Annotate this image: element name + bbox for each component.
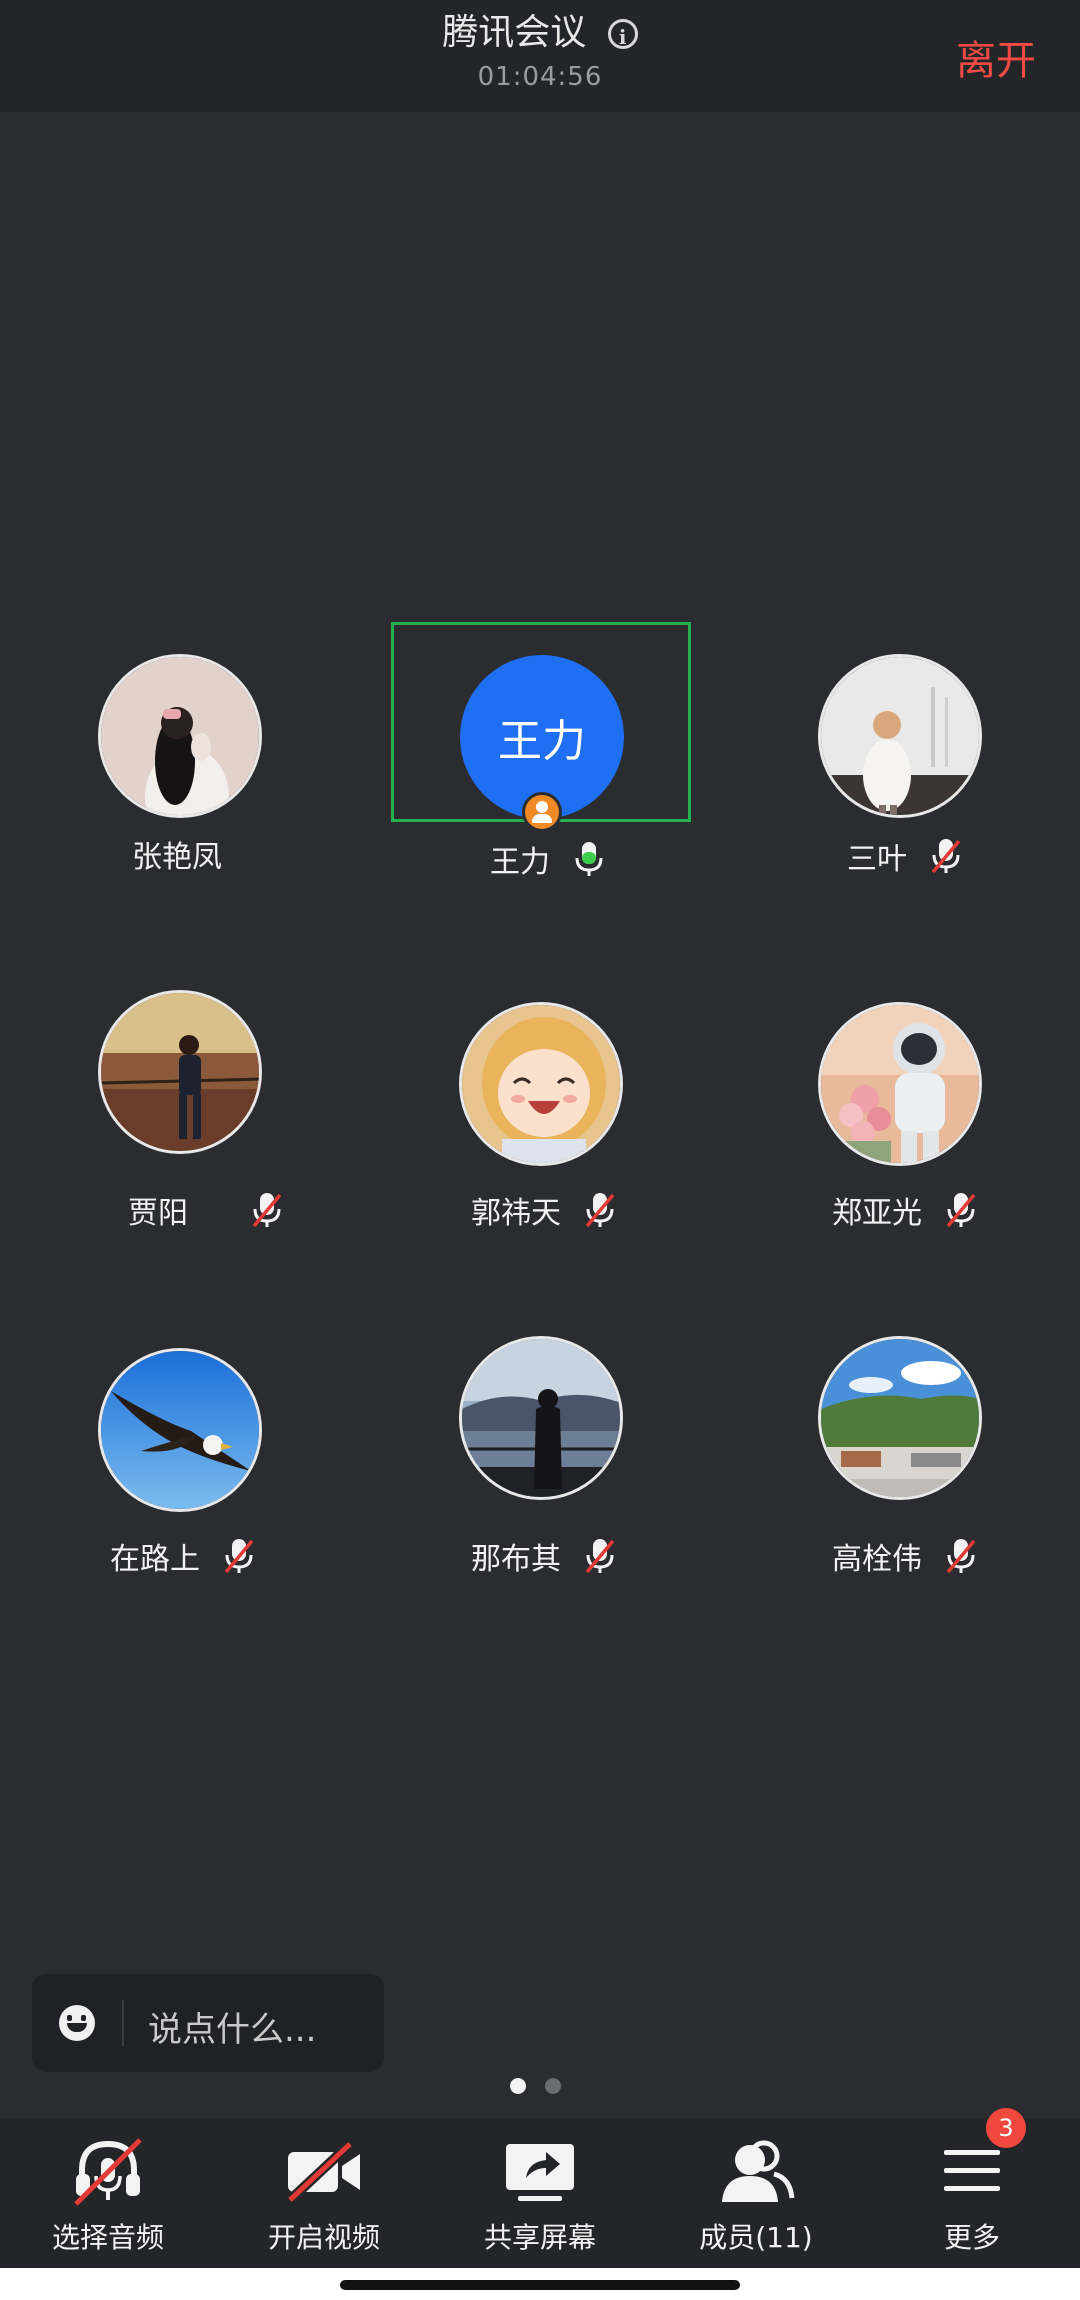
participant-name: 贾阳 xyxy=(128,1196,188,1231)
avatar-photo xyxy=(462,1339,620,1497)
page-indicator[interactable] xyxy=(510,2078,575,2098)
avatar-photo xyxy=(101,993,259,1151)
share-screen-icon xyxy=(506,2144,574,2201)
participant-tile-active-speaker[interactable]: 王力 王力 xyxy=(391,622,691,880)
share-screen-button[interactable]: 共享屏幕 xyxy=(432,2118,648,2268)
participant-tile[interactable]: 郭祎天 xyxy=(391,960,691,1231)
participant-tile[interactable]: 在路上 xyxy=(30,1320,330,1577)
participant-name: 郑亚光 xyxy=(832,1196,922,1231)
participant-name: 在路上 xyxy=(110,1542,200,1577)
participant-name-row: 郑亚光 xyxy=(832,1188,978,1232)
participant-name-row: 三叶 xyxy=(847,834,963,878)
participant-tile[interactable]: 郑亚光 xyxy=(750,960,1050,1231)
chat-divider xyxy=(122,2000,124,2046)
video-camera-off-icon xyxy=(286,2140,360,2204)
avatar xyxy=(818,1336,982,1500)
chat-input-box[interactable]: 说点什么... xyxy=(32,1974,384,2072)
meeting-title-row[interactable]: 腾讯会议 i xyxy=(0,10,1080,56)
avatar xyxy=(818,654,982,818)
mic-muted-icon xyxy=(224,1539,254,1574)
participant-name-row: 贾阳 xyxy=(128,1188,284,1232)
start-video-button[interactable]: 开启视频 xyxy=(216,2118,432,2268)
members-label: 成员(11) xyxy=(699,2221,813,2254)
avatar-photo xyxy=(462,1005,620,1163)
audio-headset-off-icon xyxy=(74,2138,142,2206)
mic-muted-icon xyxy=(585,1193,615,1228)
participant-name-row: 张艳凤 xyxy=(132,832,222,876)
participant-tile[interactable]: 贾阳 xyxy=(30,960,330,1231)
avatar-photo xyxy=(821,1005,979,1163)
avatar-photo xyxy=(101,1351,259,1509)
mic-muted-icon xyxy=(946,1193,976,1228)
emoji-icon[interactable] xyxy=(59,2005,95,2041)
avatar xyxy=(98,990,262,1154)
mic-active-icon xyxy=(575,842,603,876)
page-dot-active[interactable] xyxy=(510,2078,526,2094)
participant-tile[interactable]: 高栓伟 xyxy=(750,1320,1050,1577)
avatar xyxy=(98,1348,262,1512)
participant-name-row: 在路上 xyxy=(110,1534,256,1578)
avatar xyxy=(818,1002,982,1166)
avatar-initials-text: 王力 xyxy=(498,716,586,767)
avatar-photo xyxy=(821,657,979,815)
members-icon xyxy=(722,2140,795,2202)
mic-muted-icon xyxy=(585,1539,615,1574)
participant-name: 王力 xyxy=(490,845,550,880)
participant-name-row: 那布其 xyxy=(471,1534,617,1578)
select-audio-button[interactable]: 选择音频 xyxy=(0,2118,216,2268)
avatar xyxy=(98,654,262,818)
participant-name: 高栓伟 xyxy=(832,1542,922,1577)
participant-name: 郭祎天 xyxy=(471,1196,561,1231)
participant-name-row: 高栓伟 xyxy=(832,1534,978,1578)
meeting-timer: 01:04:56 xyxy=(477,62,603,92)
participant-name: 张艳凤 xyxy=(132,840,222,875)
members-button[interactable]: 成员(11) xyxy=(648,2118,864,2268)
participant-name-row: 郭祎天 xyxy=(471,1188,617,1232)
info-icon[interactable]: i xyxy=(607,19,638,49)
participant-tile[interactable]: 那布其 xyxy=(391,1320,691,1577)
more-badge: 3 xyxy=(986,2108,1026,2148)
avatar-photo xyxy=(101,657,259,815)
avatar xyxy=(459,1002,623,1166)
share-screen-label: 共享屏幕 xyxy=(483,2221,596,2254)
meeting-header: 腾讯会议 i 01:04:56 离开 xyxy=(0,0,1080,112)
bottom-toolbar: 选择音频 开启视频 共享屏幕 成员(11) 3 更多 xyxy=(0,2108,1080,2268)
start-video-label: 开启视频 xyxy=(267,2221,380,2254)
mic-muted-icon xyxy=(931,839,961,874)
avatar xyxy=(459,1336,623,1500)
participant-name-row: 王力 xyxy=(490,837,606,881)
mic-muted-icon xyxy=(946,1539,976,1574)
participant-name: 那布其 xyxy=(471,1542,561,1577)
more-label: 更多 xyxy=(943,2221,1000,2254)
participant-name: 三叶 xyxy=(847,842,907,877)
more-button[interactable]: 3 更多 xyxy=(864,2108,1080,2268)
participant-tile[interactable]: 张艳凤 xyxy=(30,622,330,875)
host-badge-icon xyxy=(522,792,562,832)
home-indicator[interactable] xyxy=(340,2280,740,2290)
chat-input-placeholder[interactable]: 说点什么... xyxy=(148,2002,316,2051)
mic-muted-icon xyxy=(252,1193,282,1228)
select-audio-label: 选择音频 xyxy=(51,2221,164,2254)
avatar-photo xyxy=(821,1339,979,1497)
page-dot[interactable] xyxy=(545,2078,562,2094)
meeting-title[interactable]: 腾讯会议 xyxy=(442,12,586,53)
leave-button[interactable]: 离开 xyxy=(956,28,1036,86)
participant-tile[interactable]: 三叶 xyxy=(750,622,1050,877)
